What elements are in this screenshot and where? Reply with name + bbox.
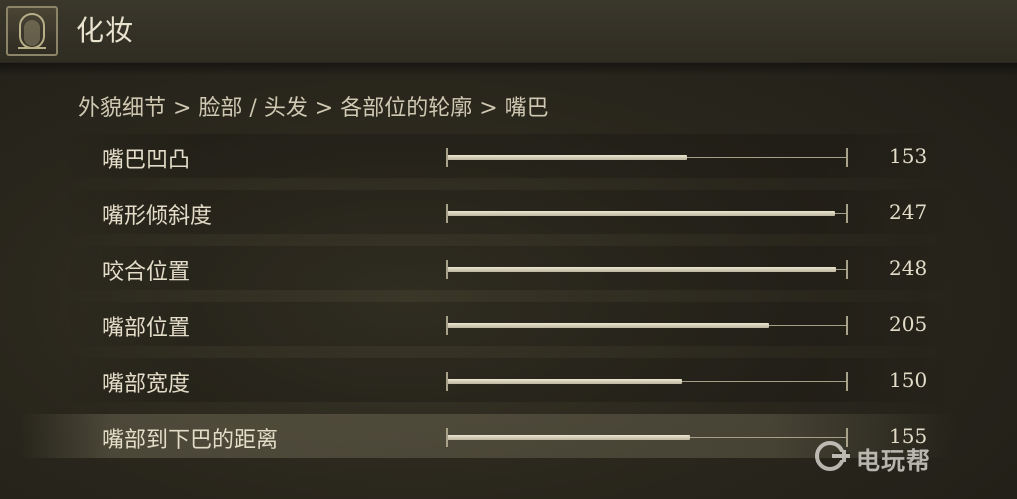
slider-right-cap (846, 148, 848, 167)
page-title: 化妆 (76, 14, 135, 47)
mirror-icon (6, 6, 58, 56)
slider-label: 嘴部宽度 (102, 372, 191, 397)
slider[interactable] (446, 204, 848, 223)
header-bar: 化妆 (0, 0, 1017, 76)
slider-label: 嘴巴凹凸 (102, 148, 191, 173)
slider[interactable] (446, 316, 848, 335)
slider-row-mouth-protrusion[interactable]: 嘴巴凹凸 153 (0, 128, 1017, 184)
slider-value: 205 (889, 312, 928, 336)
slider-left-cap (446, 428, 448, 447)
slider-right-cap (846, 316, 848, 335)
slider-value: 150 (889, 368, 928, 392)
watermark: 电玩帮 (814, 440, 931, 476)
slider-label: 嘴部到下巴的距离 (102, 428, 279, 453)
slider-fill (447, 379, 683, 384)
slider-list: 嘴巴凹凸 153 嘴形倾斜度 247 咬合位置 248 嘴部位置 205 嘴部宽… (0, 128, 1017, 464)
slider-row-mouth-width[interactable]: 嘴部宽度 150 (0, 352, 1017, 408)
slider-left-cap (446, 148, 448, 167)
slider-right-cap (846, 204, 848, 223)
slider-left-cap (446, 316, 448, 335)
slider-fill (447, 155, 687, 160)
slider-left-cap (446, 204, 448, 223)
slider-row-mouth-position[interactable]: 嘴部位置 205 (0, 296, 1017, 352)
slider[interactable] (446, 428, 848, 447)
slider-fill (447, 211, 835, 216)
slider-label: 嘴形倾斜度 (102, 204, 213, 229)
slider[interactable] (446, 372, 848, 391)
slider-fill (447, 267, 837, 272)
slider-right-cap (846, 372, 848, 391)
slider-right-cap (846, 260, 848, 279)
slider-value: 247 (889, 200, 928, 224)
slider-label: 咬合位置 (102, 260, 191, 285)
slider[interactable] (446, 260, 848, 279)
slider-row-mouth-slant[interactable]: 嘴形倾斜度 247 (0, 184, 1017, 240)
breadcrumb: 外貌细节 > 脸部 / 头发 > 各部位的轮廓 > 嘴巴 (78, 96, 549, 121)
slider[interactable] (446, 148, 848, 167)
slider-fill (447, 435, 691, 440)
slider-label: 嘴部位置 (102, 316, 191, 341)
slider-left-cap (446, 260, 448, 279)
slider-value: 248 (889, 256, 928, 280)
slider-value: 153 (889, 144, 928, 168)
slider-fill (447, 323, 769, 328)
gamepad-logo-icon (814, 440, 850, 476)
slider-row-occlusion-position[interactable]: 咬合位置 248 (0, 240, 1017, 296)
watermark-text: 电玩帮 (856, 446, 931, 475)
slider-left-cap (446, 372, 448, 391)
